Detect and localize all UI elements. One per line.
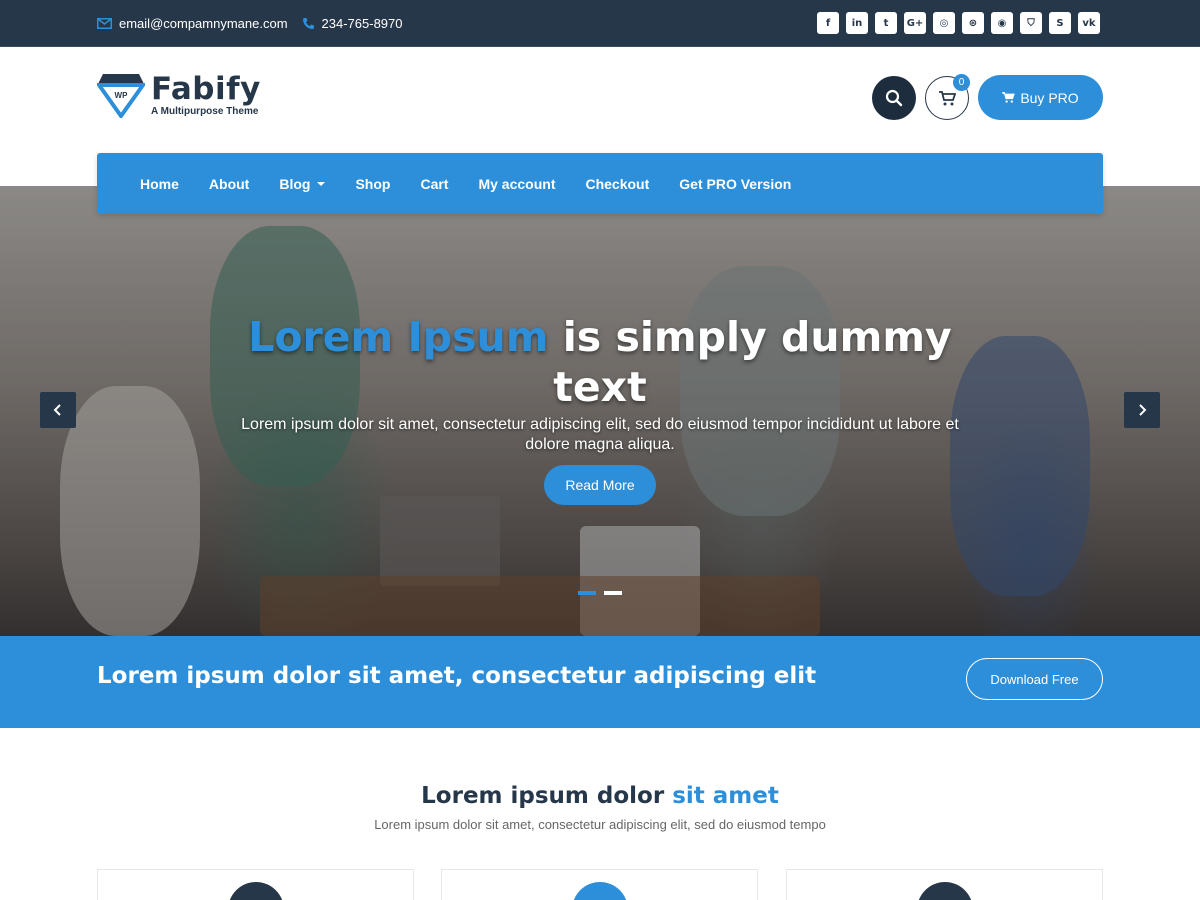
feature-icon-circle [227, 882, 284, 900]
diamond-logo-icon: WP [97, 74, 145, 118]
email-text: email@compamnymane.com [119, 15, 288, 31]
section-subtitle: Lorem ipsum dolor sit amet, consectetur … [374, 817, 826, 832]
social-links: f in t G+ ◎ ⊛ ◉ ⛉ Svk [817, 12, 1100, 34]
skype-icon[interactable]: S [1049, 12, 1071, 34]
feature-icon-circle [916, 882, 973, 900]
nav-label: Cart [420, 175, 449, 192]
linkedin-icon[interactable]: in [846, 12, 868, 34]
nav-label: About [208, 175, 250, 192]
dribbble-icon[interactable]: ⊛ [962, 12, 984, 34]
search-button[interactable] [872, 76, 916, 120]
caret-down-icon [317, 181, 326, 186]
instagram-icon[interactable]: ◎ [933, 12, 955, 34]
twitter-icon[interactable]: t [875, 12, 897, 34]
bitbucket-icon[interactable]: ⛉ [1020, 12, 1042, 34]
contact-info: email@compamnymane.com 234-765-8970 [97, 0, 403, 46]
phone-text: 234-765-8970 [321, 15, 403, 31]
buy-pro-button[interactable]: Buy PRO [978, 75, 1103, 120]
nav-item-blog[interactable]: Blog [264, 176, 340, 192]
slider-next-button[interactable] [1124, 392, 1160, 428]
nav-item-shop[interactable]: Shop [340, 176, 405, 192]
site-tagline: A Multipurpose Theme [151, 105, 259, 117]
hero-title-rest: is simply dummy text [548, 313, 952, 411]
nav-item-get-pro[interactable]: Get PRO Version [664, 176, 806, 192]
cta-band: Lorem ipsum dolor sit amet, consectetur … [0, 636, 1200, 728]
section-title-accent: sit amet [672, 783, 779, 809]
nav-label: My account [478, 175, 556, 192]
feature-card [786, 869, 1103, 900]
site-logo[interactable]: WP Fabify A Multipurpose Theme [97, 70, 261, 118]
nav-label: Shop [355, 175, 391, 192]
download-free-button[interactable]: Download Free [966, 658, 1103, 700]
envelope-icon [97, 17, 112, 29]
cta-text: Lorem ipsum dolor sit amet, consectetur … [97, 663, 817, 689]
slider-dot-1[interactable] [578, 591, 596, 595]
feature-icon-circle [571, 882, 628, 900]
feature-card [441, 869, 758, 900]
nav-item-about[interactable]: About [194, 176, 264, 192]
facebook-icon[interactable]: f [817, 12, 839, 34]
cart-icon [1002, 92, 1016, 103]
chevron-right-icon [1139, 404, 1147, 416]
email-link[interactable]: email@compamnymane.com [97, 16, 288, 31]
nav-item-home[interactable]: Home [125, 176, 194, 192]
phone-link[interactable]: 234-765-8970 [302, 16, 403, 31]
site-title: Fabify [151, 70, 261, 107]
section-title: Lorem ipsum dolor sit amet [0, 783, 1200, 809]
cart-count-badge: 0 [953, 74, 970, 91]
google-plus-icon[interactable]: G+ [904, 12, 926, 34]
slider-dot-2[interactable] [604, 591, 622, 595]
nav-item-checkout[interactable]: Checkout [570, 176, 664, 192]
nav-label: Blog [279, 175, 311, 192]
slider-dots [578, 591, 622, 595]
vk-icon[interactable]: vk [1078, 12, 1100, 34]
logo-badge: WP [115, 91, 129, 100]
chevron-left-icon [53, 404, 61, 416]
main-navigation: Home About Blog Shop Cart My account Che… [97, 153, 1103, 214]
nav-item-my-account[interactable]: My account [463, 176, 570, 192]
hero-slider: Lorem Ipsum is simply dummy text Lorem i… [0, 186, 1200, 636]
phone-icon [302, 17, 314, 29]
slider-prev-button[interactable] [40, 392, 76, 428]
github-icon[interactable]: ◉ [991, 12, 1013, 34]
hero-subtitle: Lorem ipsum dolor sit amet, consectetur … [241, 416, 959, 453]
hero-title-accent: Lorem Ipsum [248, 313, 549, 361]
nav-label: Home [140, 175, 179, 192]
feature-card [97, 869, 414, 900]
cart-icon [938, 90, 956, 105]
section-title-main: Lorem ipsum dolor [421, 783, 673, 809]
read-more-button[interactable]: Read More [544, 465, 656, 505]
top-bar: email@compamnymane.com 234-765-8970 f in t… [0, 0, 1200, 47]
nav-item-cart[interactable]: Cart [405, 176, 463, 192]
hero-title: Lorem Ipsum is simply dummy text [200, 312, 1000, 412]
search-icon [885, 89, 903, 107]
nav-label: Get PRO Version [679, 175, 792, 192]
buy-pro-label: Buy PRO [1020, 89, 1079, 106]
nav-label: Checkout [585, 175, 650, 192]
